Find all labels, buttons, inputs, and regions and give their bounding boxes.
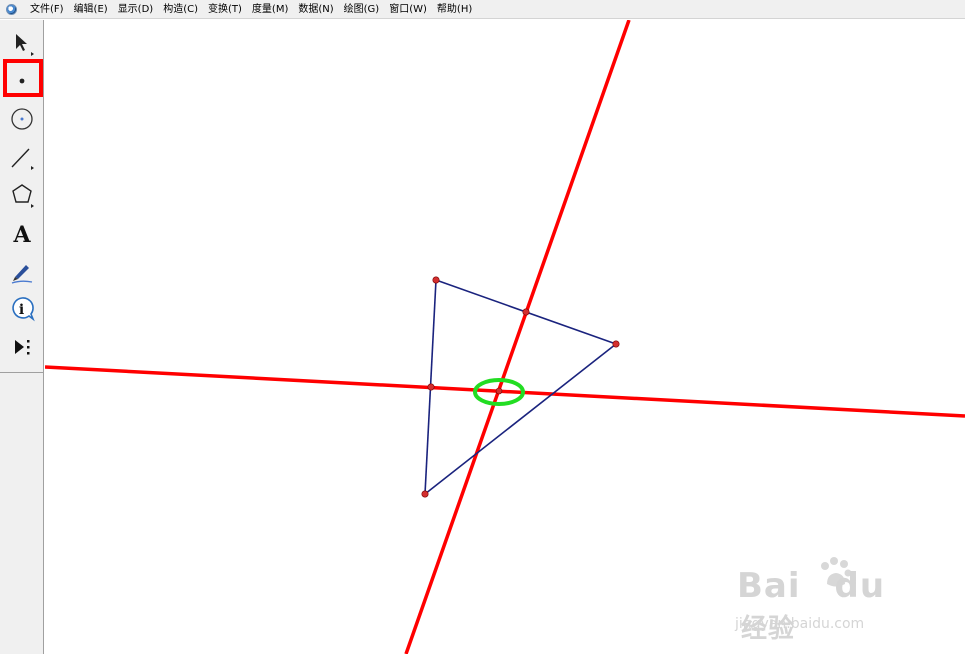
watermark-brand: Bai du经验 [737, 566, 886, 644]
point-tool[interactable] [3, 64, 40, 98]
menu-number[interactable]: 数据(N) [293, 0, 338, 19]
menu-measure[interactable]: 度量(M) [247, 0, 293, 19]
information-tool-icon: i [11, 297, 35, 322]
custom-tools[interactable] [3, 330, 40, 364]
custom-tools-icon [14, 340, 29, 355]
text-tool-glyph: A [12, 222, 31, 248]
compass-tool[interactable] [3, 102, 40, 136]
toolbox: A i [0, 20, 44, 654]
menu-bar: 文件(F) 编辑(E) 显示(D) 构造(C) 变换(T) 度量(M) 数据(N… [0, 0, 965, 19]
menu-transform[interactable]: 变换(T) [203, 0, 247, 19]
baidu-watermark: Bai du经验 jingyan.baidu.com [733, 556, 913, 644]
triangle-vertex-bottom[interactable] [421, 490, 429, 498]
marker-tool-icon [11, 265, 32, 284]
menu-graph[interactable]: 绘图(G) [339, 0, 385, 19]
polygon-tool[interactable] [3, 178, 40, 212]
toolbox-separator [0, 372, 44, 373]
triangle-vertex-top[interactable] [432, 276, 440, 284]
menu-construct[interactable]: 构造(C) [158, 0, 203, 19]
menu-display[interactable]: 显示(D) [113, 0, 159, 19]
text-tool[interactable]: A [3, 216, 40, 250]
selection-arrow-tool[interactable] [3, 26, 40, 60]
marker-tool[interactable] [3, 254, 40, 288]
menu-help[interactable]: 帮助(H) [432, 0, 477, 19]
selection-arrow-tool-icon [15, 34, 34, 56]
triangle-vertex-right[interactable] [612, 340, 620, 348]
menu-window[interactable]: 窗口(W) [384, 0, 432, 19]
watermark-url: jingyan.baidu.com [735, 616, 865, 632]
triangle-side-right[interactable] [424, 343, 617, 495]
text-tool-icon: A [12, 222, 31, 248]
midpoint-left-side[interactable] [427, 383, 435, 391]
app-icon[interactable] [6, 3, 17, 15]
menu-edit[interactable]: 编辑(E) [69, 0, 113, 19]
polygon-tool-icon [11, 184, 34, 208]
intersection-point[interactable] [495, 387, 503, 395]
point-tool-icon [19, 78, 24, 84]
compass-tool-icon [10, 108, 33, 130]
straightedge-tool-icon [10, 148, 34, 170]
menu-file[interactable]: 文件(F) [25, 0, 69, 19]
information-tool[interactable]: i [3, 292, 40, 326]
straightedge-tool[interactable] [3, 140, 40, 174]
midpoint-top-side[interactable] [522, 308, 530, 316]
information-tool-glyph: i [18, 302, 23, 318]
